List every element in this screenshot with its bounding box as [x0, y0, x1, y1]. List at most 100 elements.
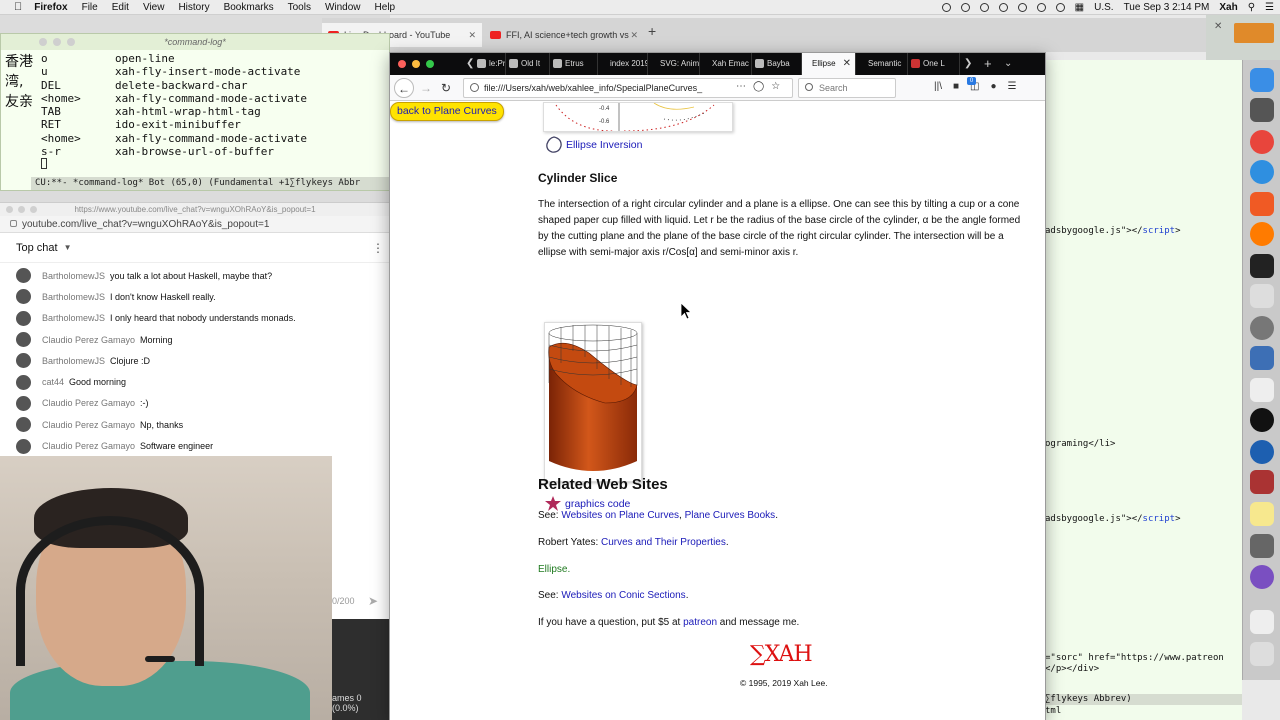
notification-center-icon[interactable]: ☰: [1265, 2, 1274, 13]
chat-author[interactable]: Claudio Perez Gamayo: [42, 420, 135, 430]
brave-icon[interactable]: [1250, 192, 1274, 216]
battery-tray-icon[interactable]: [1055, 3, 1065, 12]
photo-booth-icon[interactable]: [1250, 470, 1274, 494]
tab-svg-anim[interactable]: SVG: Anim: [648, 53, 700, 75]
avatar[interactable]: [16, 438, 31, 454]
minimize-window-icon[interactable]: [53, 38, 61, 46]
spotlight-icon[interactable]: ⚲: [1248, 2, 1255, 13]
ellipse-inversion-link-text[interactable]: Ellipse Inversion: [566, 139, 642, 151]
background-tab-ffi[interactable]: FFI, AI science+tech growth vs ✕: [484, 23, 644, 47]
menubar-clock[interactable]: Tue Sep 3 2:14 PM: [1124, 2, 1210, 13]
avatar[interactable]: [16, 289, 31, 305]
tab-one-l[interactable]: One L: [908, 53, 960, 75]
zoom-window-icon[interactable]: [30, 206, 37, 213]
close-window-icon[interactable]: [398, 60, 406, 68]
launchpad-icon[interactable]: [1250, 98, 1274, 122]
chat-author[interactable]: BartholomewJS: [42, 271, 105, 281]
scroll-tabs-right-icon[interactable]: ❯: [964, 53, 972, 75]
websites-on-conic-sections-link[interactable]: Websites on Conic Sections: [561, 590, 685, 601]
close-window-icon[interactable]: [6, 206, 13, 213]
menu-edit[interactable]: Edit: [112, 2, 129, 13]
chat-input-area[interactable]: 0/200 ➤: [332, 588, 390, 614]
quicktime-icon[interactable]: [1250, 440, 1274, 464]
back-to-plane-curves-button[interactable]: back to Plane Curves: [390, 102, 504, 121]
tab-ellipse[interactable]: Ellipse ✕: [802, 53, 856, 75]
zoom-window-icon[interactable]: [426, 60, 434, 68]
avatar[interactable]: [16, 374, 31, 390]
tab-semantic[interactable]: Semantic: [856, 53, 908, 75]
notes-icon[interactable]: [1250, 502, 1274, 526]
chat-author[interactable]: Claudio Perez Gamayo: [42, 398, 135, 408]
timemachine-tray-icon[interactable]: [979, 3, 989, 12]
menu-file[interactable]: File: [82, 2, 98, 13]
chrome-icon[interactable]: [1250, 130, 1274, 154]
search-input[interactable]: Search: [798, 78, 896, 98]
folder-icon[interactable]: [1234, 23, 1274, 43]
flag-icon[interactable]: ▦: [1075, 2, 1084, 13]
avatar[interactable]: [16, 268, 31, 284]
finder-icon[interactable]: [1250, 68, 1274, 92]
close-tab-icon[interactable]: ✕: [843, 53, 851, 75]
menu-help[interactable]: Help: [375, 2, 396, 13]
close-window-icon[interactable]: [39, 38, 47, 46]
zoom-window-icon[interactable]: [67, 38, 75, 46]
tab-xah-emacs[interactable]: Xah Emac: [700, 53, 752, 75]
keyboard-viewer-icon[interactable]: [1250, 378, 1274, 402]
menu-app[interactable]: Firefox: [34, 2, 67, 13]
chat-url-bar[interactable]: youtube.com/live_chat?v=wnguXOhRAoY&is_p…: [0, 216, 390, 233]
avatar[interactable]: [16, 310, 31, 326]
close-icon[interactable]: ✕: [468, 23, 476, 47]
curves-and-their-properties-link[interactable]: Curves and Their Properties: [601, 537, 726, 548]
downloads-icon[interactable]: [1250, 610, 1274, 634]
extension-icon[interactable]: ■: [953, 81, 959, 92]
minimize-window-icon[interactable]: [18, 206, 25, 213]
hamburger-menu-icon[interactable]: ☰: [1008, 81, 1017, 92]
menu-window[interactable]: Window: [325, 2, 361, 13]
chat-author[interactable]: Claudio Perez Gamayo: [42, 335, 135, 345]
firefox-icon[interactable]: [1250, 222, 1274, 246]
tab-bayba[interactable]: Bayba: [752, 53, 802, 75]
wifi-tray-icon[interactable]: [1017, 3, 1027, 12]
menubar-user[interactable]: Xah: [1219, 2, 1237, 13]
send-icon[interactable]: ➤: [368, 588, 378, 614]
minimize-window-icon[interactable]: [412, 60, 420, 68]
pocket-icon[interactable]: ◯: [753, 81, 764, 92]
chat-author[interactable]: Claudio Perez Gamayo: [42, 441, 135, 451]
chat-author[interactable]: BartholomewJS: [42, 356, 105, 366]
caret-down-icon[interactable]: ▼: [64, 243, 72, 252]
avatar[interactable]: [16, 395, 31, 411]
close-icon[interactable]: ✕: [1214, 21, 1222, 32]
account-icon[interactable]: ●: [990, 81, 996, 92]
tab-etrus[interactable]: Etrus: [550, 53, 598, 75]
reload-icon[interactable]: ↻: [436, 78, 456, 98]
terminal-icon[interactable]: [1250, 254, 1274, 278]
chat-author[interactable]: cat44: [42, 377, 64, 387]
forward-arrow-icon[interactable]: →: [416, 78, 436, 98]
graphics-code-link-text[interactable]: graphics code: [565, 498, 630, 510]
tab-index-2019[interactable]: index 2019: [598, 53, 648, 75]
page-info-icon[interactable]: [470, 83, 479, 92]
textedit-icon[interactable]: [1250, 284, 1274, 308]
trash-icon[interactable]: [1250, 642, 1274, 666]
list-all-tabs-icon[interactable]: ⌄: [1004, 53, 1012, 75]
close-icon[interactable]: ✕: [630, 23, 638, 47]
page-actions-icon[interactable]: ⋯: [736, 81, 746, 92]
system-preferences-icon[interactable]: [1250, 316, 1274, 340]
menu-history[interactable]: History: [178, 2, 209, 13]
emacs-icon[interactable]: [1250, 565, 1274, 589]
patreon-link[interactable]: patreon: [683, 617, 717, 628]
safari-icon[interactable]: [1250, 160, 1274, 184]
top-chat-dropdown[interactable]: Top chat: [16, 242, 58, 254]
ellipse-inversion-link[interactable]: Ellipse Inversion: [544, 135, 642, 155]
obs-icon[interactable]: [1250, 408, 1274, 432]
menu-view[interactable]: View: [143, 2, 165, 13]
emacs-editor-window[interactable]: adsbygoogle.js"></script> ograming</li> …: [1045, 60, 1242, 720]
volume-tray-icon[interactable]: [1036, 3, 1046, 12]
bookmark-star-icon[interactable]: ☆: [771, 81, 780, 92]
tab-old-it[interactable]: Old It: [506, 53, 550, 75]
obs-tray-icon[interactable]: [941, 3, 951, 12]
menu-bookmarks[interactable]: Bookmarks: [224, 2, 274, 13]
websites-on-plane-curves-link[interactable]: Websites on Plane Curves: [561, 510, 679, 521]
chat-author[interactable]: BartholomewJS: [42, 292, 105, 302]
avatar[interactable]: [16, 417, 31, 433]
